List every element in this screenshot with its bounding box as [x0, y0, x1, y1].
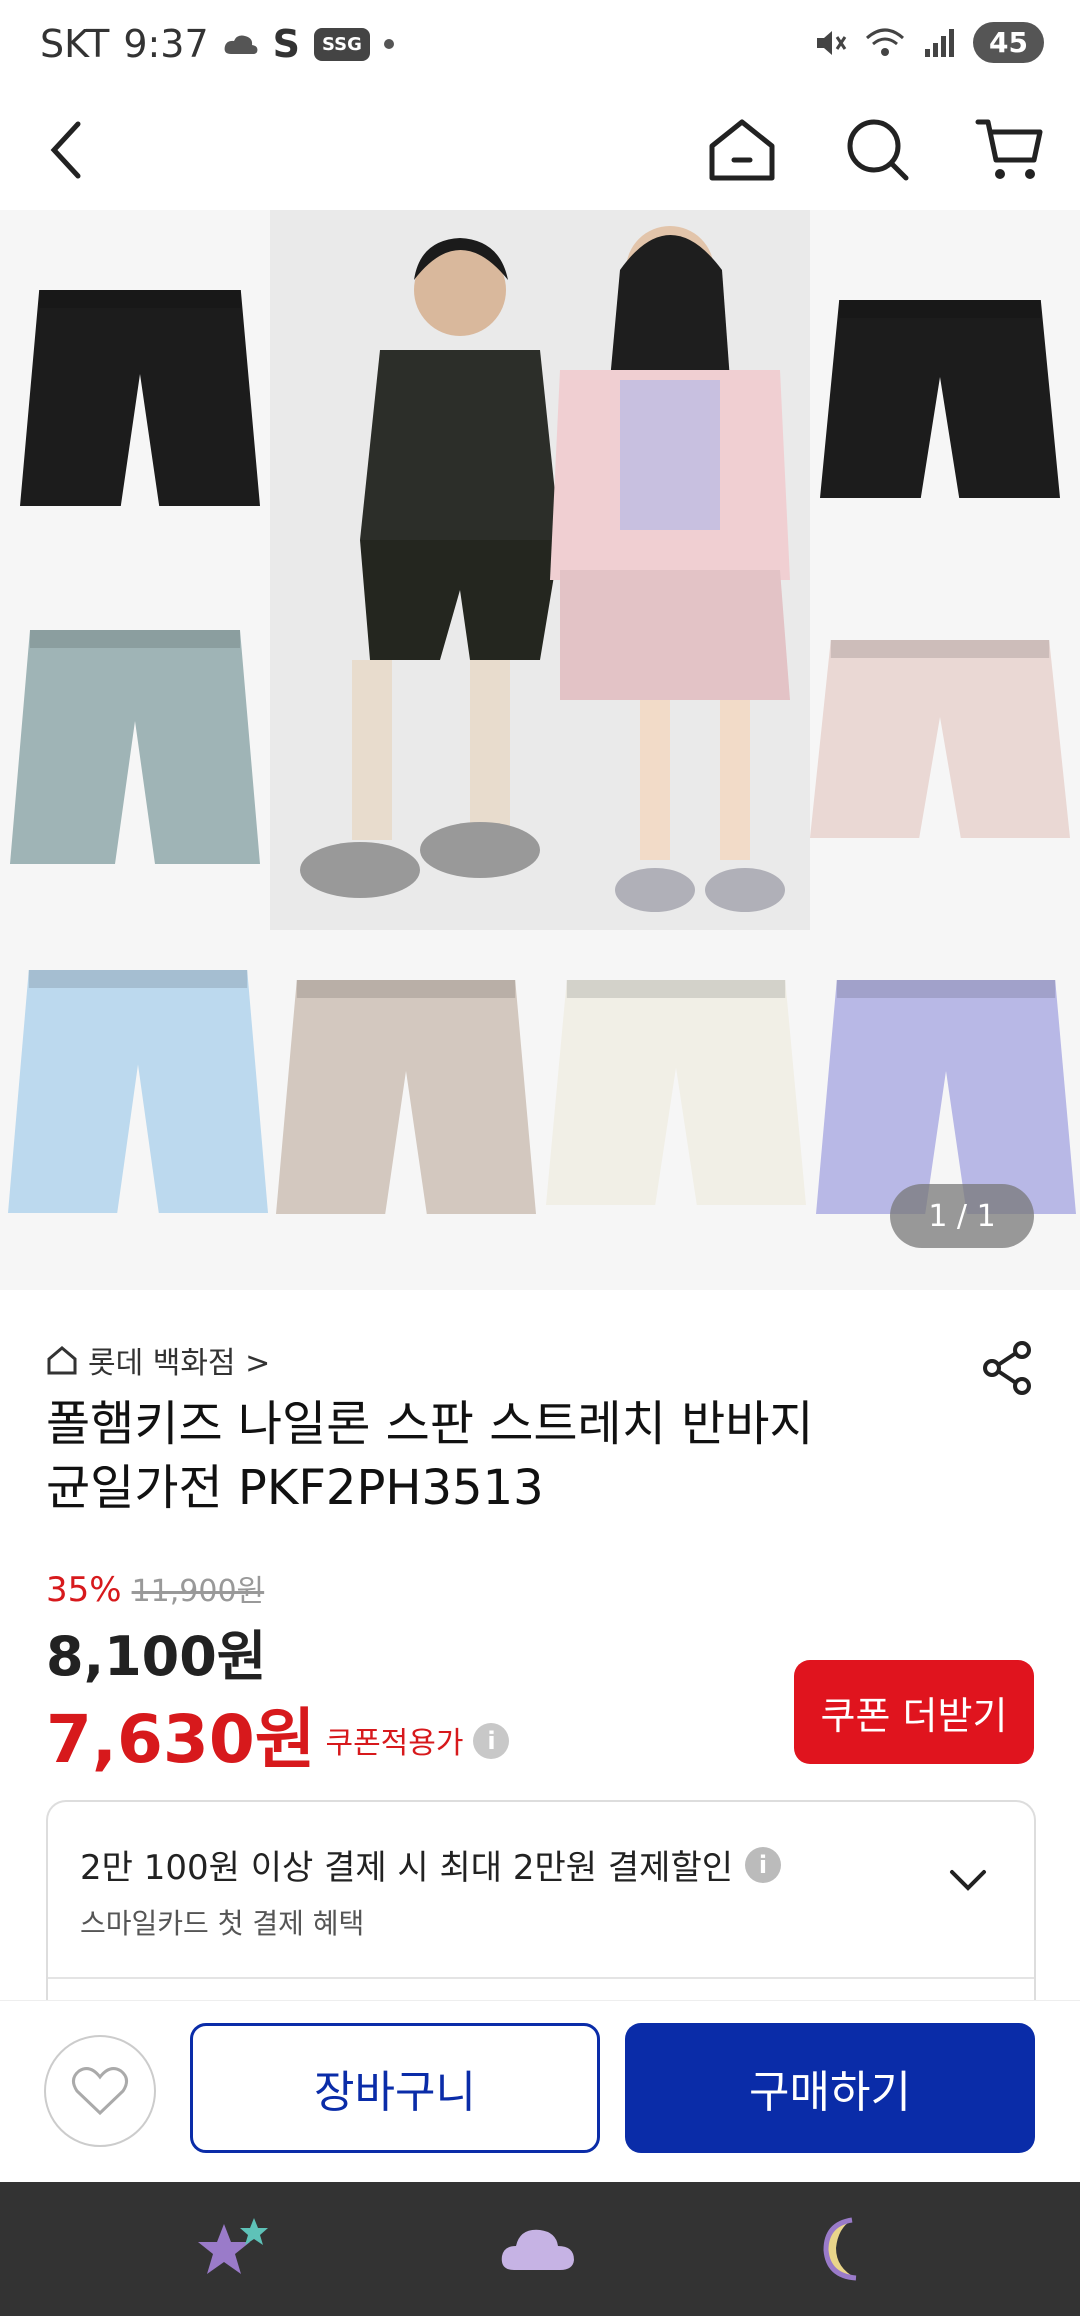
- shorts-thumbnail: [276, 980, 536, 1214]
- cloud-icon[interactable]: [498, 2214, 578, 2284]
- store-name: 롯데 백화점 >: [88, 1346, 271, 1381]
- shorts-waistband: [839, 300, 1041, 318]
- mute-icon: [817, 30, 847, 55]
- carrier: SKT: [40, 22, 110, 66]
- signal-icon: [925, 28, 955, 57]
- cart-icon: [975, 119, 1043, 179]
- status-bar: SKT 9:37 S SSG 45: [0, 0, 1080, 90]
- system-bottom-bar: [0, 2182, 1080, 2316]
- chevron-down-icon[interactable]: [946, 1858, 990, 1902]
- product-title-line1: 폴햄키즈 나일론 스판 스트레치 반바지: [46, 1396, 814, 1452]
- heart-icon: [72, 2067, 128, 2116]
- top-navigation: [0, 90, 1080, 210]
- shorts-waistband: [296, 980, 516, 998]
- buy-now-button[interactable]: 구매하기: [625, 2023, 1035, 2153]
- search-button[interactable]: [838, 110, 918, 190]
- share-button[interactable]: [980, 1340, 1036, 1396]
- original-price: 11,900원: [131, 1574, 265, 1609]
- home-icon: [709, 119, 775, 181]
- s-icon: S: [272, 22, 301, 66]
- discount-percent: 35%: [46, 1570, 122, 1610]
- back-button[interactable]: [26, 110, 106, 190]
- more-coupons-button[interactable]: 쿠폰 더받기: [794, 1660, 1034, 1764]
- status-right: 45: [813, 22, 1044, 63]
- purchase-action-bar: 장바구니 구매하기: [0, 2000, 1080, 2183]
- battery-indicator: 45: [973, 22, 1044, 63]
- shorts-waistband: [836, 980, 1056, 998]
- payment-discount-row: 2만 100원 이상 결제 시 최대 2만원 결제할인 i: [80, 1840, 782, 1889]
- notification-dot: [383, 39, 394, 49]
- add-to-cart-button[interactable]: 장바구니: [190, 2023, 600, 2153]
- shorts-thumbnail: [816, 980, 1076, 1214]
- payment-discount-card[interactable]: 2만 100원 이상 결제 시 최대 2만원 결제할인 i 스마일카드 첫 결제…: [46, 1800, 1036, 2002]
- stars-icon[interactable]: [196, 2214, 276, 2284]
- store-link[interactable]: 롯데 백화점 >: [46, 1338, 270, 1382]
- share-icon: [983, 1341, 1031, 1395]
- cart-button[interactable]: [970, 110, 1050, 190]
- product-title-line2: 균일가전 PKF2PH3513: [46, 1460, 544, 1516]
- clock: 9:37: [123, 22, 209, 66]
- shorts-thumbnail: [820, 300, 1060, 498]
- coupon-price-row: 7,630원 쿠폰적용가 i: [46, 1686, 510, 1782]
- home-button[interactable]: [702, 110, 782, 190]
- wifi-icon: [866, 28, 905, 56]
- discount-info: 35% 11,900원: [46, 1566, 264, 1610]
- image-pager: 1 / 1: [890, 1184, 1034, 1248]
- divider: [48, 1977, 1034, 1979]
- shorts-thumbnail: [20, 290, 260, 506]
- shorts-thumbnail: [546, 980, 806, 1205]
- info-icon[interactable]: i: [745, 1846, 782, 1883]
- shorts-waistband: [28, 970, 248, 988]
- shorts-waistband: [30, 630, 240, 648]
- coupon-price: 7,630원: [46, 1701, 316, 1778]
- shorts-waistband: [830, 640, 1050, 658]
- shorts-thumbnail: [10, 630, 260, 864]
- shorts-thumbnail: [810, 640, 1070, 838]
- ssg-icon: SSG: [314, 27, 370, 61]
- product-image-gallery[interactable]: 1 / 1: [0, 210, 1080, 1290]
- payment-discount-text: 2만 100원 이상 결제 시 최대 2만원 결제할인: [80, 1848, 734, 1888]
- info-icon[interactable]: i: [473, 1723, 510, 1759]
- wishlist-button[interactable]: [44, 2035, 156, 2147]
- shorts-waistband: [39, 290, 241, 308]
- coupon-price-label: 쿠폰적용가: [325, 1726, 464, 1761]
- product-image: [8, 210, 1076, 1214]
- shorts-waistband: [566, 980, 786, 998]
- cloud-icon: [224, 35, 258, 54]
- product-title: 폴햄키즈 나일론 스판 스트레치 반바지 균일가전 PKF2PH3513: [46, 1392, 946, 1520]
- sale-price: 8,100원: [46, 1625, 267, 1688]
- shorts-thumbnail: [8, 970, 268, 1213]
- store-home-icon: [47, 1346, 77, 1375]
- search-icon: [847, 119, 909, 181]
- status-left: SKT 9:37 S SSG: [40, 22, 394, 66]
- back-chevron-icon: [50, 121, 81, 179]
- moon-icon[interactable]: [806, 2214, 886, 2284]
- smile-card-benefit: 스마일카드 첫 결제 혜택: [80, 1907, 365, 1940]
